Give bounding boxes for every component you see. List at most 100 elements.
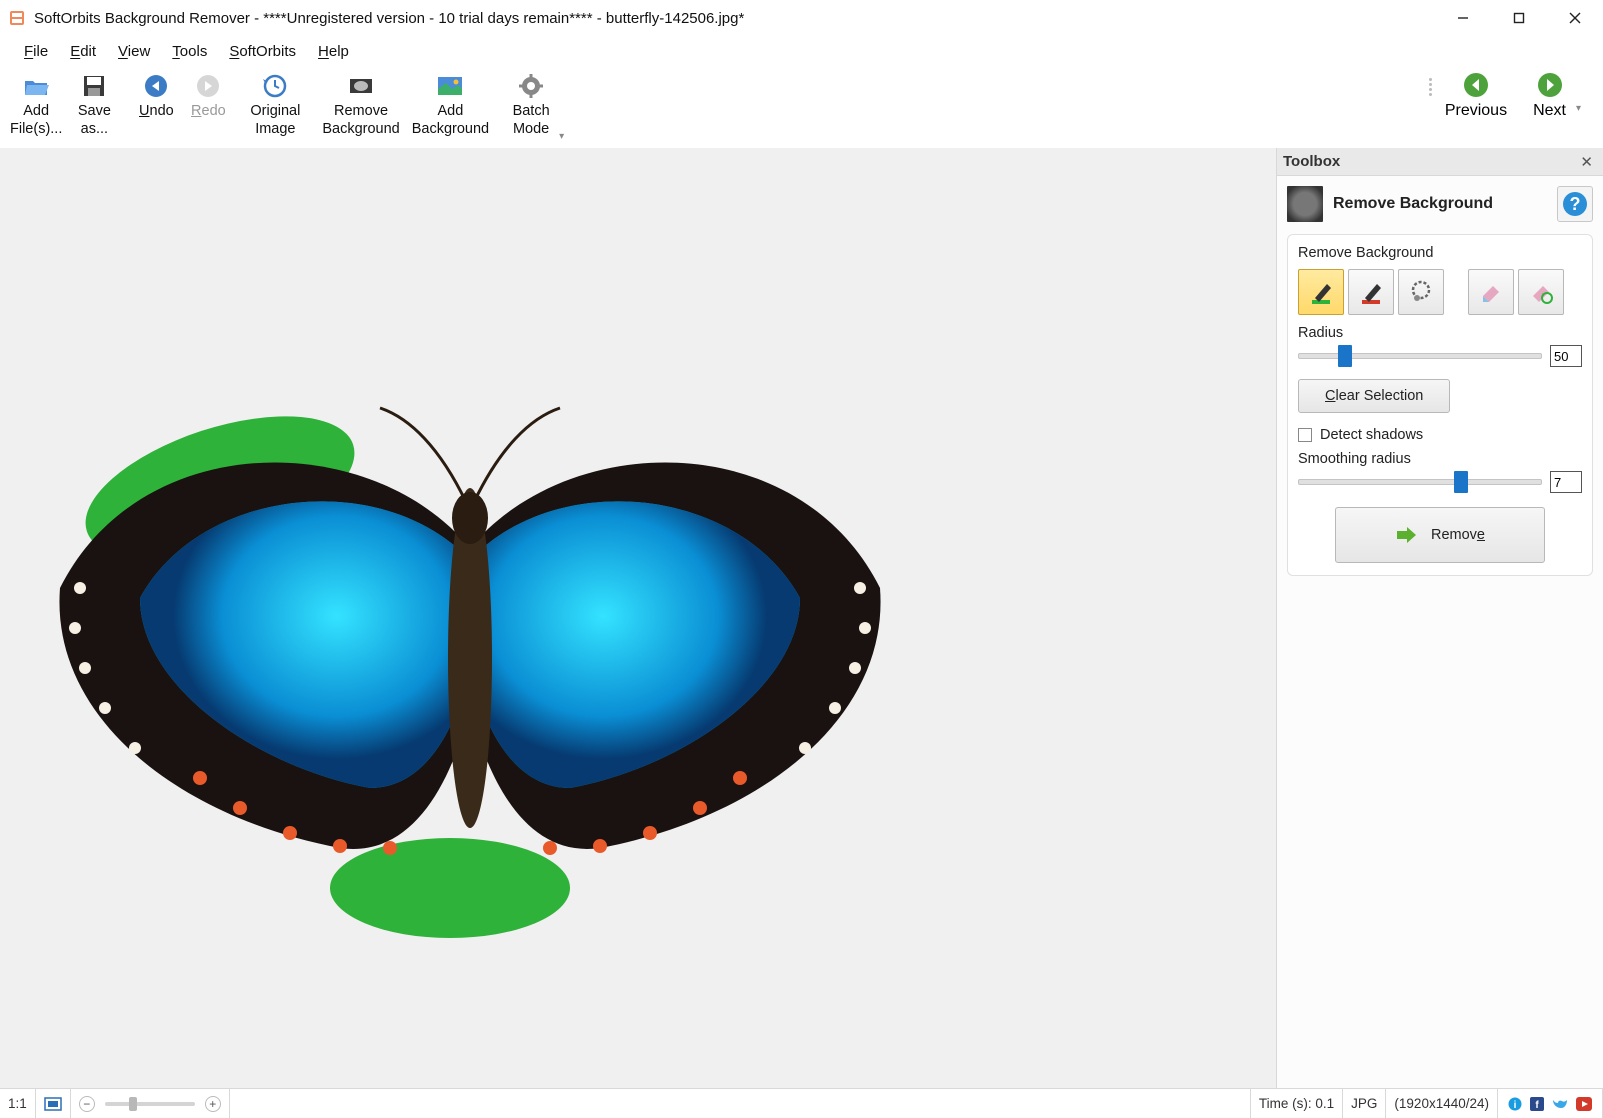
- toolbox-title: Toolbox: [1283, 153, 1576, 170]
- zoom-ratio-button[interactable]: 1:1: [0, 1089, 36, 1118]
- reset-eraser-button[interactable]: [1518, 269, 1564, 315]
- close-button[interactable]: [1547, 0, 1603, 36]
- add-background-label: Add Background: [412, 102, 489, 138]
- app-icon: [8, 9, 26, 27]
- remove-button-label: Remove: [1431, 527, 1485, 543]
- smoothing-slider-thumb[interactable]: [1454, 471, 1468, 493]
- save-icon: [82, 72, 106, 100]
- undo-button[interactable]: Undo: [130, 68, 182, 124]
- marker-tool-row: [1298, 269, 1582, 315]
- redo-button[interactable]: Redo: [182, 68, 234, 124]
- image-canvas[interactable]: [0, 148, 1276, 1088]
- panel-title: Remove Background: [1333, 195, 1547, 213]
- radius-slider-thumb[interactable]: [1338, 345, 1352, 367]
- toolbox-close-button[interactable]: ✕: [1576, 153, 1597, 171]
- fit-to-screen-button[interactable]: [36, 1089, 71, 1118]
- zoom-slider-thumb[interactable]: [129, 1097, 137, 1111]
- clear-selection-button[interactable]: Clear Selection: [1298, 379, 1450, 413]
- menu-bar: File Edit View Tools SoftOrbits Help: [0, 36, 1603, 66]
- menu-file[interactable]: File: [14, 41, 58, 62]
- original-image-button[interactable]: Original Image: [244, 68, 306, 142]
- nav-overflow-icon[interactable]: ▾: [1576, 103, 1581, 114]
- svg-text:?: ?: [1570, 194, 1581, 214]
- add-bg-icon: [436, 72, 464, 100]
- zoom-out-button[interactable]: −: [79, 1096, 95, 1112]
- status-time: Time (s): 0.1: [1251, 1089, 1343, 1118]
- add-files-button[interactable]: Add File(s)...: [4, 68, 68, 142]
- remove-background-panel: Remove Background: [1287, 234, 1593, 576]
- lasso-button[interactable]: [1398, 269, 1444, 315]
- remove-button[interactable]: Remove: [1335, 507, 1545, 563]
- next-button[interactable]: Next: [1533, 72, 1566, 120]
- panel-thumbnail-icon: [1287, 186, 1323, 222]
- next-label: Next: [1533, 102, 1566, 120]
- toolbar: Add File(s)... Save as... Undo Redo Orig…: [0, 66, 1603, 148]
- next-icon: [1537, 72, 1563, 98]
- status-social-icons: i f: [1498, 1089, 1603, 1118]
- red-marker-icon: [1357, 278, 1385, 306]
- help-button[interactable]: ?: [1557, 186, 1593, 222]
- folder-open-icon: [23, 72, 49, 100]
- menu-edit[interactable]: Edit: [60, 41, 106, 62]
- menu-softorbits[interactable]: SoftOrbits: [219, 41, 306, 62]
- eraser-button[interactable]: [1468, 269, 1514, 315]
- zoom-slider[interactable]: [105, 1102, 195, 1106]
- save-as-button[interactable]: Save as...: [68, 68, 120, 142]
- red-marker-button[interactable]: [1348, 269, 1394, 315]
- toolbar-overflow-icon[interactable]: ▾: [559, 131, 564, 142]
- previous-label: Previous: [1445, 102, 1507, 120]
- nav-handle-icon[interactable]: [1429, 78, 1435, 96]
- radius-slider-row: [1298, 345, 1582, 367]
- smoothing-label: Smoothing radius: [1298, 451, 1582, 467]
- status-format-text: JPG: [1351, 1096, 1377, 1111]
- status-dimensions-text: (1920x1440/24): [1394, 1096, 1489, 1111]
- help-icon: ?: [1562, 191, 1588, 217]
- zoom-slider-cell: − +: [71, 1089, 230, 1118]
- reset-eraser-icon: [1527, 278, 1555, 306]
- previous-button[interactable]: Previous: [1445, 72, 1507, 120]
- title-bar: SoftOrbits Background Remover - ****Unre…: [0, 0, 1603, 36]
- remove-background-button[interactable]: Remove Background: [316, 68, 405, 142]
- gear-icon: [518, 72, 544, 100]
- svg-text:i: i: [1514, 1100, 1517, 1111]
- clear-selection-label: Clear Selection: [1325, 388, 1423, 404]
- maximize-button[interactable]: [1491, 0, 1547, 36]
- menu-view[interactable]: View: [108, 41, 160, 62]
- smoothing-slider[interactable]: [1298, 479, 1542, 485]
- green-marker-button[interactable]: [1298, 269, 1344, 315]
- add-background-button[interactable]: Add Background: [406, 68, 495, 142]
- redo-label: Redo: [191, 102, 226, 120]
- redo-icon: [195, 72, 221, 100]
- batch-mode-button[interactable]: Batch Mode: [505, 68, 557, 142]
- detect-shadows-checkbox[interactable]: [1298, 428, 1312, 442]
- status-bar: 1:1 − + Time (s): 0.1 JPG (1920x1440/24)…: [0, 1088, 1603, 1118]
- nav-area: Previous Next ▾: [1429, 68, 1581, 120]
- previous-icon: [1463, 72, 1489, 98]
- twitter-icon[interactable]: [1552, 1097, 1568, 1111]
- toolbox-header: Toolbox ✕: [1277, 148, 1603, 176]
- history-icon: [262, 72, 288, 100]
- green-marker-icon: [1307, 278, 1335, 306]
- smoothing-slider-row: [1298, 471, 1582, 493]
- menu-help[interactable]: Help: [308, 41, 359, 62]
- fit-screen-icon: [44, 1097, 62, 1111]
- undo-label: Undo: [139, 102, 174, 120]
- radius-slider[interactable]: [1298, 353, 1542, 359]
- radius-input[interactable]: [1550, 345, 1582, 367]
- lasso-icon: [1407, 278, 1435, 306]
- status-time-text: Time (s): 0.1: [1259, 1096, 1334, 1111]
- save-as-label: Save as...: [78, 102, 111, 138]
- remove-background-label: Remove Background: [322, 102, 399, 138]
- facebook-icon[interactable]: f: [1530, 1097, 1544, 1111]
- info-icon[interactable]: i: [1508, 1097, 1522, 1111]
- zoom-in-button[interactable]: +: [205, 1096, 221, 1112]
- remove-bg-icon: [346, 72, 376, 100]
- smoothing-input[interactable]: [1550, 471, 1582, 493]
- menu-tools[interactable]: Tools: [162, 41, 217, 62]
- add-files-label: Add File(s)...: [10, 102, 62, 138]
- minimize-button[interactable]: [1435, 0, 1491, 36]
- detect-shadows-row[interactable]: Detect shadows: [1298, 427, 1582, 443]
- radius-label: Radius: [1298, 325, 1582, 341]
- detect-shadows-label: Detect shadows: [1320, 427, 1423, 443]
- youtube-icon[interactable]: [1576, 1097, 1592, 1111]
